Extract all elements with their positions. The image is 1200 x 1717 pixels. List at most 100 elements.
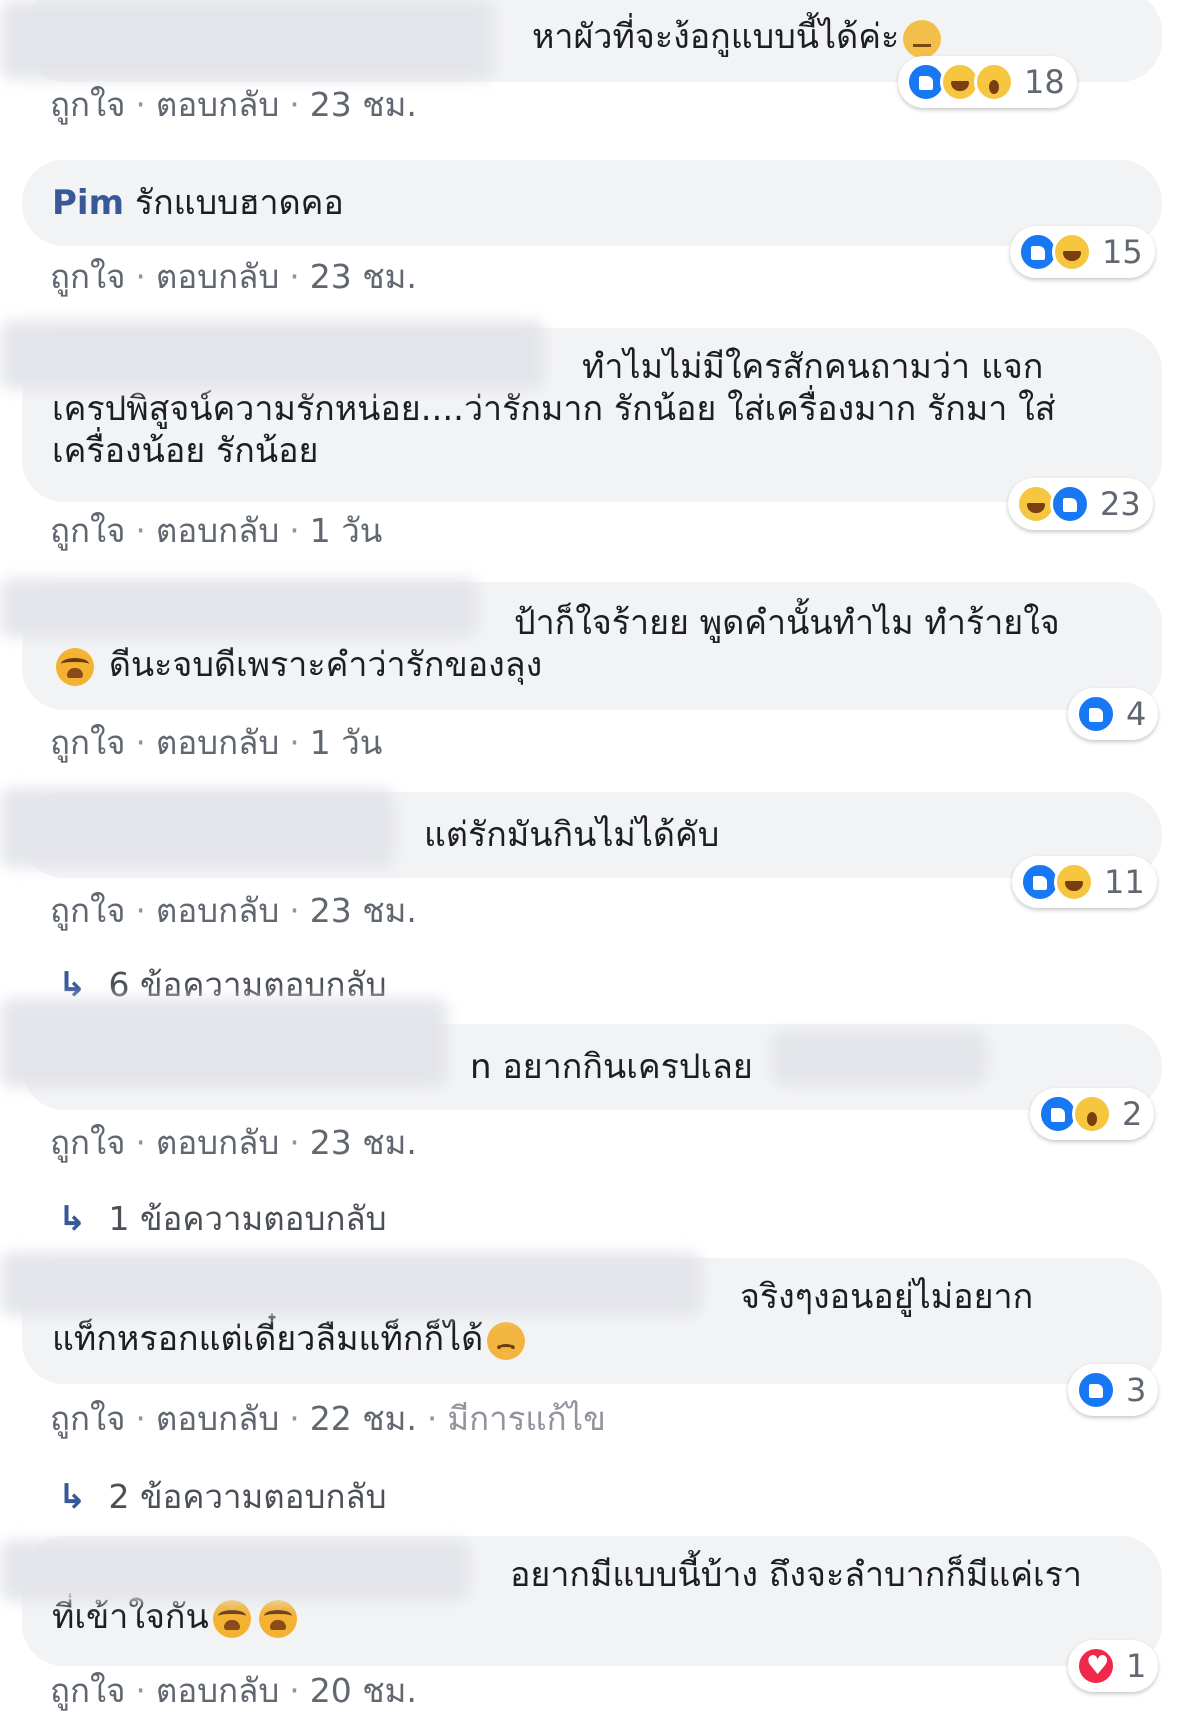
comment-text-continued: ดีนะจบดีเพราะคำว่ารักของลุง bbox=[52, 644, 1122, 686]
replies-count-label: 2 ข้อความตอบกลับ bbox=[108, 1477, 387, 1516]
comment-time[interactable]: 23 ชม. bbox=[310, 891, 417, 930]
comment-actions: ถูกใจ · ตอบกลับ · 23 ชม. bbox=[50, 1116, 417, 1169]
separator: · bbox=[289, 257, 300, 296]
blurred-author-name bbox=[0, 788, 395, 868]
separator: · bbox=[135, 1399, 146, 1438]
crying-emoji-icon bbox=[212, 1599, 251, 1638]
blurred-author-name bbox=[0, 1540, 470, 1602]
separator: · bbox=[135, 1123, 146, 1162]
comment-actions: ถูกใจ · ตอบกลับ · 23 ชม. bbox=[50, 884, 417, 937]
reaction-count: 1 bbox=[1126, 1647, 1147, 1685]
like-link[interactable]: ถูกใจ bbox=[50, 1399, 125, 1438]
roll-eyes-emoji-icon bbox=[903, 19, 942, 58]
comment-time[interactable]: 23 ชม. bbox=[310, 1123, 417, 1162]
comment-time[interactable]: 1 วัน bbox=[310, 511, 383, 550]
reaction-summary[interactable]: 4 bbox=[1068, 688, 1159, 740]
love-reaction-icon bbox=[1076, 1646, 1116, 1686]
comment-time[interactable]: 23 ชม. bbox=[310, 85, 417, 124]
reply-arrow-icon: ↳ bbox=[58, 1199, 87, 1239]
reply-link[interactable]: ตอบกลับ bbox=[156, 891, 279, 930]
reply-link[interactable]: ตอบกลับ bbox=[156, 511, 279, 550]
separator: · bbox=[135, 891, 146, 930]
blurred-author-name bbox=[0, 998, 448, 1088]
reaction-summary[interactable]: 11 bbox=[1012, 856, 1157, 908]
sad-emoji-icon bbox=[487, 1321, 526, 1370]
comment-actions: ถูกใจ · ตอบกลับ · 20 ชม. bbox=[50, 1664, 417, 1717]
comment-actions: ถูกใจ · ตอบกลับ · 1 วัน bbox=[50, 716, 382, 769]
separator: · bbox=[289, 723, 300, 762]
separator: · bbox=[135, 85, 146, 124]
reaction-count: 2 bbox=[1122, 1095, 1143, 1133]
like-link[interactable]: ถูกใจ bbox=[50, 1671, 125, 1710]
reaction-summary[interactable]: 1 bbox=[1068, 1640, 1159, 1692]
wow-reaction-icon bbox=[1072, 1094, 1112, 1134]
comment-text: n อยากกินเครปเลย bbox=[470, 1047, 753, 1087]
reaction-summary[interactable]: 23 bbox=[1008, 478, 1153, 530]
reaction-count: 4 bbox=[1126, 695, 1147, 733]
reply-link[interactable]: ตอบกลับ bbox=[156, 723, 279, 762]
comment-actions: ถูกใจ · ตอบกลับ · 22 ชม. · มีการแก้ไข bbox=[50, 1392, 606, 1445]
haha-reaction-icon bbox=[1054, 862, 1094, 902]
comment-text-continued: เครปพิสูจน์ความรักหน่อย....ว่ารักมาก รัก… bbox=[52, 389, 1056, 471]
like-reaction-icon bbox=[1076, 694, 1116, 734]
comment-time[interactable]: 20 ชม. bbox=[310, 1671, 417, 1710]
wow-reaction-icon bbox=[974, 62, 1014, 102]
comment-text-part: ดีนะจบดีเพราะคำว่ารักของลุง bbox=[108, 645, 543, 685]
blurred-author-name bbox=[0, 320, 545, 390]
reaction-count: 3 bbox=[1126, 1371, 1147, 1409]
blurred-author-name bbox=[0, 0, 495, 80]
view-replies-link[interactable]: ↳ 2 ข้อความตอบกลับ bbox=[58, 1470, 387, 1523]
reaction-count: 18 bbox=[1024, 63, 1065, 101]
reaction-summary[interactable]: 2 bbox=[1030, 1088, 1155, 1140]
reply-link[interactable]: ตอบกลับ bbox=[156, 85, 279, 124]
replies-count-label: 1 ข้อความตอบกลับ bbox=[108, 1199, 387, 1238]
comment-actions: ถูกใจ · ตอบกลับ · 23 ชม. bbox=[50, 78, 417, 131]
comment-time[interactable]: 22 ชม. bbox=[310, 1399, 417, 1438]
separator: · bbox=[135, 511, 146, 550]
separator: · bbox=[135, 1671, 146, 1710]
separator: · bbox=[426, 1399, 438, 1438]
comment-text-part: แท็กหรอกแต่เดี๋ยวลืมแท็กก็ได้ bbox=[52, 1319, 484, 1359]
haha-reaction-icon bbox=[1052, 232, 1092, 272]
view-replies-link[interactable]: ↳ 1 ข้อความตอบกลับ bbox=[58, 1192, 387, 1245]
comment-bubble: Pim รักแบบฮาดคอ bbox=[22, 160, 1162, 246]
comment-time[interactable]: 1 วัน bbox=[310, 723, 383, 762]
blurred-author-name bbox=[0, 1252, 702, 1316]
edited-label[interactable]: มีการแก้ไข bbox=[447, 1399, 605, 1438]
separator: · bbox=[289, 511, 300, 550]
like-link[interactable]: ถูกใจ bbox=[50, 85, 125, 124]
like-link[interactable]: ถูกใจ bbox=[50, 723, 125, 762]
reaction-summary[interactable]: 3 bbox=[1068, 1364, 1159, 1416]
reaction-summary[interactable]: 15 bbox=[1010, 226, 1155, 278]
reply-link[interactable]: ตอบกลับ bbox=[156, 1123, 279, 1162]
separator: · bbox=[289, 85, 300, 124]
comment-text-part: ที่เข้าใจกัน bbox=[52, 1597, 209, 1637]
like-link[interactable]: ถูกใจ bbox=[50, 511, 125, 550]
blurred-author-name bbox=[0, 578, 478, 638]
comment-actions: ถูกใจ · ตอบกลับ · 23 ชม. bbox=[50, 250, 417, 303]
like-link[interactable]: ถูกใจ bbox=[50, 257, 125, 296]
reaction-summary[interactable]: 18 bbox=[898, 56, 1077, 108]
comment-text: แต่รักมันกินไม่ได้คับ bbox=[424, 815, 720, 855]
reaction-count: 11 bbox=[1104, 863, 1145, 901]
comment-text: รักแบบฮาดคอ bbox=[134, 183, 344, 223]
like-link[interactable]: ถูกใจ bbox=[50, 891, 125, 930]
comment-text-continued: แท็กหรอกแต่เดี๋ยวลืมแท็กก็ได้ bbox=[52, 1318, 1122, 1370]
separator: · bbox=[289, 1399, 300, 1438]
separator: · bbox=[289, 1123, 300, 1162]
reaction-count: 23 bbox=[1100, 485, 1141, 523]
reply-link[interactable]: ตอบกลับ bbox=[156, 257, 279, 296]
separator: · bbox=[289, 1671, 300, 1710]
reply-link[interactable]: ตอบกลับ bbox=[156, 1671, 279, 1710]
separator: · bbox=[135, 257, 146, 296]
reply-link[interactable]: ตอบกลับ bbox=[156, 1399, 279, 1438]
reply-arrow-icon: ↳ bbox=[58, 1477, 87, 1517]
blurred-text bbox=[772, 1030, 987, 1086]
crying-emoji-icon bbox=[258, 1599, 297, 1638]
like-link[interactable]: ถูกใจ bbox=[50, 1123, 125, 1162]
comment-text-continued: ที่เข้าใจกัน bbox=[52, 1596, 1122, 1638]
comment-time[interactable]: 23 ชม. bbox=[310, 257, 417, 296]
reaction-count: 15 bbox=[1102, 233, 1143, 271]
crying-emoji-icon bbox=[56, 647, 94, 686]
comment-author[interactable]: Pim bbox=[52, 183, 124, 223]
